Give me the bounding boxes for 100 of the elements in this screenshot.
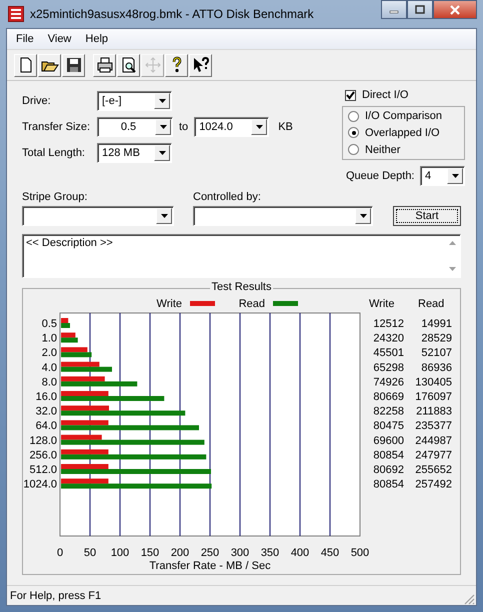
- toolbar-button[interactable]: [189, 54, 212, 76]
- toolbar-button[interactable]: [117, 54, 140, 76]
- maximize-icon: [415, 5, 425, 14]
- caret-icon: [452, 174, 458, 178]
- radio-label: Overlapped I/O: [365, 126, 440, 139]
- legend-label: Write: [156, 298, 182, 310]
- menu-item[interactable]: View: [40, 33, 78, 45]
- caret-icon: [256, 125, 263, 129]
- table-cell: 80854: [373, 478, 404, 491]
- dropdown-button[interactable]: [155, 119, 171, 135]
- table-cell: 211883: [416, 406, 452, 418]
- legend-label: Read: [238, 298, 265, 310]
- category-label: 16.0: [36, 391, 57, 403]
- table-cell: 69600: [373, 434, 404, 447]
- caret-icon: [158, 151, 166, 155]
- controlled-by-label: Controlled by:: [193, 191, 262, 203]
- transfer-size-to-dropdown[interactable]: 1024.0: [194, 117, 270, 137]
- app-icon: [8, 6, 24, 22]
- toolbar-button[interactable]: [165, 54, 188, 76]
- table-cell: 45501: [373, 347, 404, 360]
- caret-icon: [160, 125, 166, 129]
- axis-title: Transfer Rate - MB / Sec: [149, 560, 271, 572]
- table-cell: 74926: [373, 376, 404, 388]
- up-arrow-icon: [448, 241, 456, 245]
- category-label: 512.0: [29, 464, 57, 476]
- maximize-button[interactable]: [407, 0, 433, 19]
- dropdown-button[interactable]: [154, 93, 170, 109]
- table-cell: 12512: [373, 318, 404, 330]
- tick-label: 50: [84, 547, 96, 559]
- transfer-size-label: Transfer Size:: [22, 121, 92, 133]
- category-label: 8.0: [42, 376, 57, 388]
- tick-label: 200: [170, 547, 190, 559]
- table-cell: 14991: [421, 318, 452, 330]
- dropdown-button[interactable]: [156, 208, 172, 224]
- dropdown-button[interactable]: [154, 145, 170, 161]
- toolbar-button[interactable]: [14, 54, 37, 76]
- category-label: 32.0: [36, 406, 57, 418]
- minimize-button[interactable]: [381, 0, 407, 19]
- table-cell: 24320: [373, 332, 404, 345]
- direct-io-label: Direct I/O: [362, 89, 408, 101]
- start-button[interactable]: Start: [393, 206, 461, 226]
- category-label: 1024.0: [23, 478, 57, 491]
- toolbar-button[interactable]: [93, 54, 116, 76]
- tick-label: 300: [230, 547, 250, 559]
- table-cell: 52107: [421, 347, 452, 360]
- category-label: 1.0: [42, 332, 57, 345]
- table-cell: 255652: [415, 464, 452, 476]
- radio-button[interactable]: [348, 144, 359, 156]
- menu-item[interactable]: File: [9, 33, 41, 45]
- move-arrows-icon: [144, 56, 162, 74]
- table-cell: 244987: [415, 434, 452, 447]
- table-cell: 80475: [373, 420, 404, 432]
- toolbar-button[interactable]: [62, 54, 85, 76]
- toolbar-button[interactable]: [38, 54, 61, 76]
- down-arrow-icon: [448, 267, 456, 271]
- stripe-group-dropdown[interactable]: [22, 206, 174, 226]
- tick-label: 450: [320, 547, 340, 559]
- floppy-icon: [64, 56, 82, 74]
- transfer-size-from-dropdown[interactable]: 0.5: [97, 117, 173, 137]
- column-header: Write: [369, 298, 394, 310]
- drive-dropdown[interactable]: [-e-]: [97, 91, 172, 111]
- dropdown-button[interactable]: [251, 119, 268, 135]
- direct-io-checkbox[interactable]: [345, 90, 356, 100]
- category-label: 4.0: [42, 362, 57, 374]
- tick-label: 100: [110, 547, 130, 559]
- tick-label: 150: [140, 547, 160, 559]
- radio-button[interactable]: [348, 127, 359, 138]
- tick-label: 400: [290, 547, 310, 559]
- tick-label: 250: [200, 547, 220, 559]
- close-icon: [449, 4, 461, 14]
- dropdown-button[interactable]: [447, 168, 463, 184]
- radio-button[interactable]: [348, 110, 359, 122]
- stripe-group-label: Stripe Group:: [22, 191, 88, 203]
- column-header: Read: [418, 298, 444, 310]
- table-cell: 80669: [373, 391, 404, 403]
- radio-label: Neither: [365, 144, 400, 156]
- category-label: 0.5: [42, 318, 57, 330]
- caret-icon: [360, 214, 366, 218]
- menu-item[interactable]: Help: [78, 33, 116, 45]
- total-length-label: Total Length:: [22, 147, 86, 159]
- table-cell: 257492: [415, 478, 452, 491]
- checkmark-icon: [346, 90, 355, 100]
- table-cell: 65298: [373, 362, 404, 374]
- table-cell: 235377: [415, 420, 452, 432]
- window-title: x25mintich9asusx48rog.bmk - ATTO Disk Benchmark: [30, 7, 315, 21]
- to-label: to: [179, 121, 188, 133]
- total-length-dropdown[interactable]: 128 MB: [97, 143, 172, 163]
- controlled-by-dropdown[interactable]: [193, 206, 373, 226]
- drive-label: Drive:: [22, 95, 52, 107]
- caret-icon: [160, 214, 168, 218]
- description-field[interactable]: << Description >>: [22, 234, 461, 278]
- close-button[interactable]: [433, 0, 477, 19]
- table-cell: 247977: [415, 449, 452, 462]
- queue-depth-dropdown[interactable]: 4: [420, 166, 465, 186]
- category-label: 64.0: [36, 420, 57, 432]
- printer-icon: [96, 56, 114, 74]
- resize-grip-icon[interactable]: [463, 593, 475, 605]
- table-cell: 80692: [373, 464, 404, 476]
- panel-title: Test Results: [210, 281, 274, 293]
- dropdown-button[interactable]: [355, 208, 371, 224]
